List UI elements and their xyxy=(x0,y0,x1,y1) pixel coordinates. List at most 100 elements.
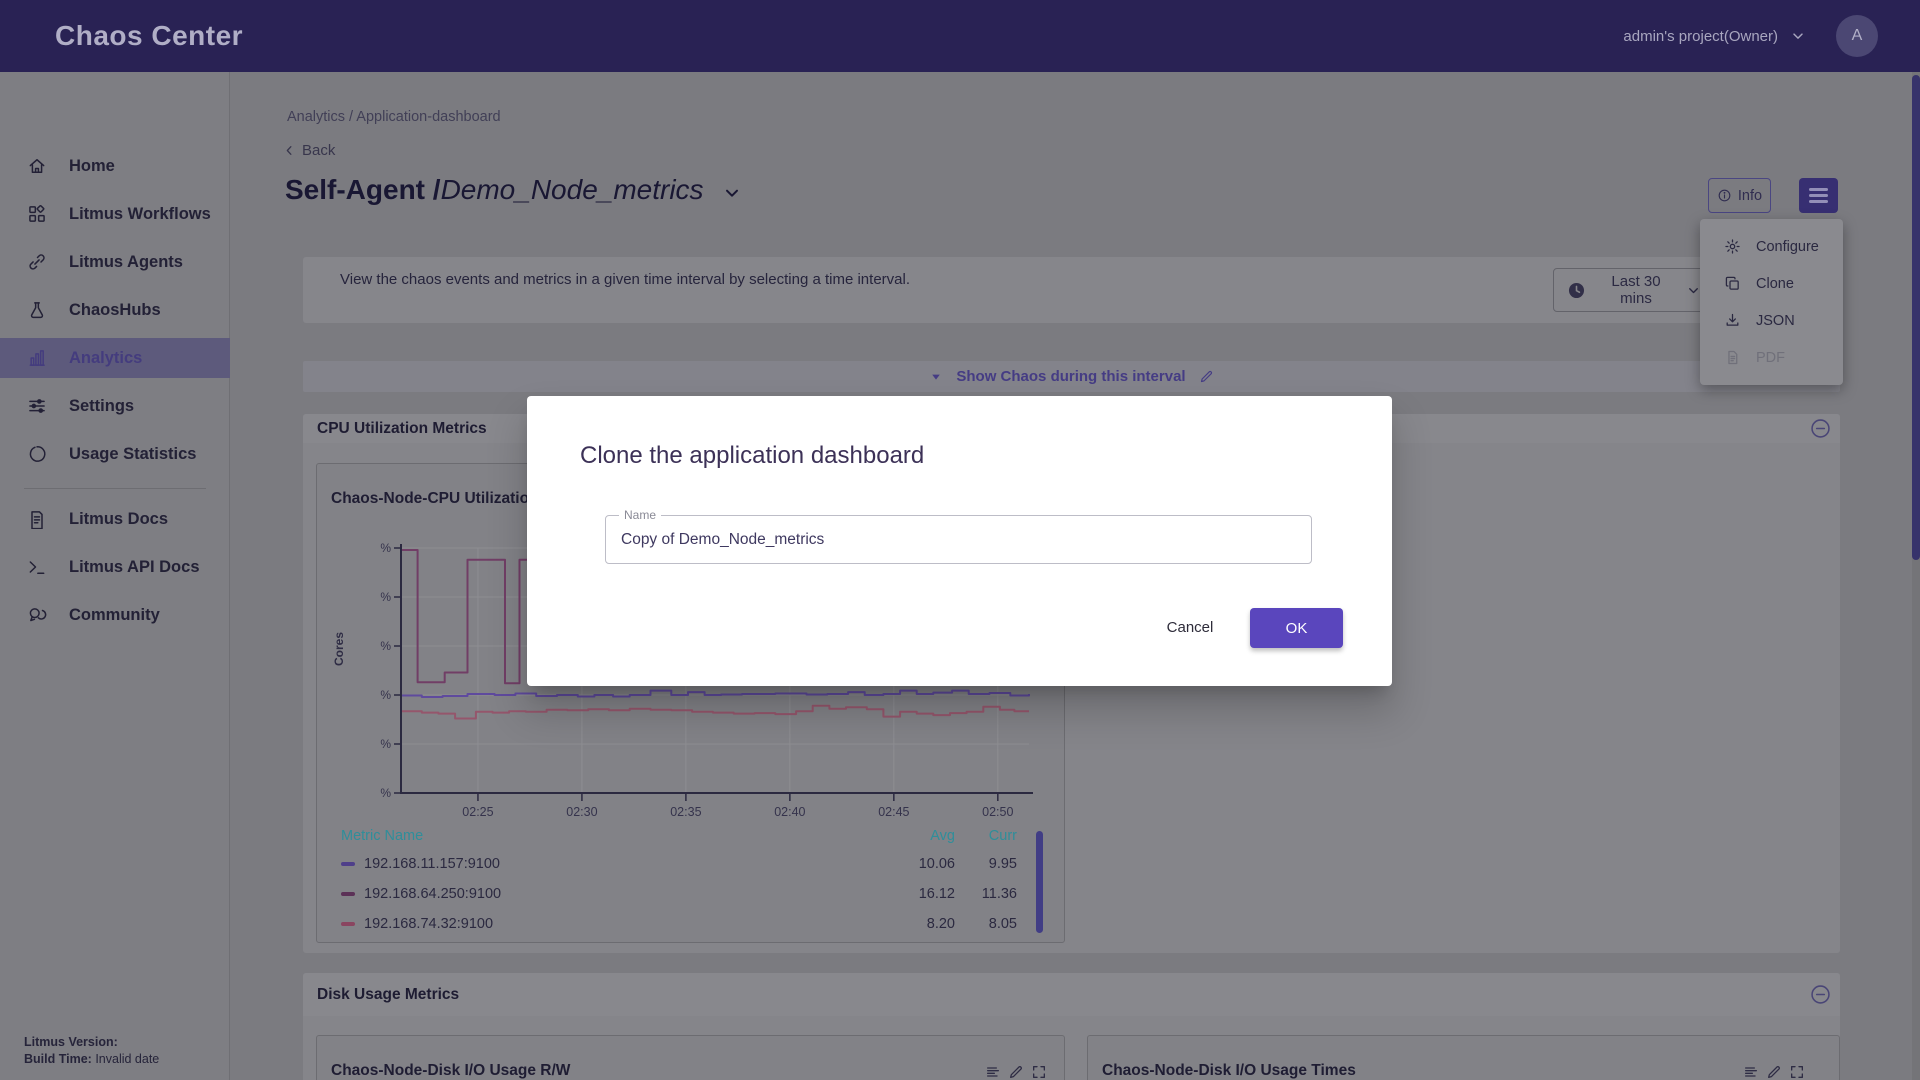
clone-icon xyxy=(1724,275,1741,292)
name-field: Name xyxy=(605,515,1312,564)
col-curr: Curr xyxy=(955,828,1017,844)
version-info: Litmus Version: Build Time: Invalid date xyxy=(24,1034,159,1068)
collapse-icon[interactable] xyxy=(1809,417,1832,440)
list-icon[interactable] xyxy=(985,1064,1001,1080)
svg-text:25 %: 25 % xyxy=(377,541,391,555)
table-row[interactable]: 192.168.11.157:9100 10.06 9.95 xyxy=(341,849,1017,879)
sidebar-item-analytics[interactable]: Analytics xyxy=(0,338,230,378)
svg-text:20 %: 20 % xyxy=(377,590,391,604)
metric-avg: 16.12 xyxy=(893,886,955,902)
disk-times-title: Chaos-Node-Disk I/O Usage Times xyxy=(1102,1062,1356,1080)
cancel-button[interactable]: Cancel xyxy=(1145,608,1235,646)
app-header: Chaos Center admin's project(Owner) A xyxy=(0,0,1920,72)
docs-icon xyxy=(27,509,47,529)
build-label: Build Time: xyxy=(24,1052,92,1066)
flask-icon xyxy=(27,300,47,320)
gear-icon xyxy=(1724,238,1741,255)
metric-avg: 8.20 xyxy=(893,916,955,932)
breadcrumb[interactable]: Analytics / Application-dashboard xyxy=(287,109,501,125)
info-button[interactable]: Info xyxy=(1708,178,1771,213)
metric-table: Metric Name Avg Curr192.168.11.157:9100 … xyxy=(341,823,1017,939)
dashboard-menu: Configure Clone JSON PDF xyxy=(1700,219,1843,385)
disk-panel-title: Disk Usage Metrics xyxy=(317,986,459,1004)
metric-table-header: Metric Name Avg Curr xyxy=(341,823,1017,849)
version-label: Litmus Version: xyxy=(24,1035,118,1049)
svg-text:02:25: 02:25 xyxy=(462,805,493,819)
menu-item-pdf: PDF xyxy=(1700,339,1843,376)
sidebar-item-litmus-api-docs[interactable]: Litmus API Docs xyxy=(0,547,230,587)
dashboard-menu-button[interactable] xyxy=(1799,178,1838,213)
page-title: Self-Agent / Demo_Node_metrics xyxy=(285,174,742,206)
sidebar-divider xyxy=(24,488,206,489)
name-input[interactable] xyxy=(621,516,1291,563)
info-icon xyxy=(1717,188,1732,203)
metric-name: 192.168.64.250:9100 xyxy=(364,886,501,902)
scrollbar-thumb[interactable] xyxy=(1912,75,1920,560)
settings-icon xyxy=(27,396,47,416)
usage-icon xyxy=(27,444,47,464)
build-value: Invalid date xyxy=(95,1052,159,1066)
expand-icon[interactable] xyxy=(1031,1064,1047,1080)
svg-text:02:35: 02:35 xyxy=(670,805,701,819)
page-scrollbar[interactable] xyxy=(1912,72,1920,1080)
sidebar-item-litmus-workflows[interactable]: Litmus Workflows xyxy=(0,194,230,234)
show-chaos-label: Show Chaos during this interval xyxy=(956,368,1185,385)
time-range-select[interactable]: Last 30 mins xyxy=(1553,268,1714,312)
expand-icon[interactable] xyxy=(1789,1064,1805,1080)
caret-down-icon xyxy=(929,370,943,384)
community-icon xyxy=(27,605,47,625)
chart-ylabel: Cores xyxy=(332,599,346,699)
sidebar-item-litmus-agents[interactable]: Litmus Agents xyxy=(0,242,230,282)
back-button[interactable]: Back xyxy=(283,142,335,159)
svg-text:02:40: 02:40 xyxy=(774,805,805,819)
show-chaos-toggle[interactable]: Show Chaos during this interval xyxy=(303,361,1840,392)
svg-text:5 %: 5 % xyxy=(377,737,391,751)
series-color-swatch xyxy=(341,892,355,896)
back-label: Back xyxy=(302,142,335,159)
collapse-icon[interactable] xyxy=(1809,983,1832,1006)
series-color-swatch xyxy=(341,922,355,926)
sidebar-item-settings[interactable]: Settings xyxy=(0,386,230,426)
table-row[interactable]: 192.168.74.32:9100 8.20 8.05 xyxy=(341,909,1017,939)
sidebar-item-home[interactable]: Home xyxy=(0,146,230,186)
agent-name: Self-Agent / xyxy=(285,174,441,206)
sidebar-item-litmus-docs[interactable]: Litmus Docs xyxy=(0,499,230,539)
sidebar-item-community[interactable]: Community xyxy=(0,595,230,635)
chevron-down-icon[interactable] xyxy=(1790,28,1806,44)
metric-avg: 10.06 xyxy=(893,856,955,872)
chevron-down-icon[interactable] xyxy=(722,183,742,203)
avatar[interactable]: A xyxy=(1836,15,1878,57)
project-selector[interactable]: admin's project(Owner) xyxy=(1623,28,1778,45)
ok-button[interactable]: OK xyxy=(1250,608,1343,648)
time-range-value: Last 30 mins xyxy=(1597,273,1675,307)
menu-item-configure[interactable]: Configure xyxy=(1700,228,1843,265)
chevron-down-icon xyxy=(1686,283,1701,298)
metric-name: 192.168.11.157:9100 xyxy=(364,856,500,872)
dialog-title: Clone the application dashboard xyxy=(580,442,924,470)
menu-item-json[interactable]: JSON xyxy=(1700,302,1843,339)
svg-text:02:30: 02:30 xyxy=(566,805,597,819)
pencil-icon[interactable] xyxy=(1766,1064,1782,1080)
table-row[interactable]: 192.168.64.250:9100 16.12 11.36 xyxy=(341,879,1017,909)
app-title: Chaos Center xyxy=(55,20,243,52)
menu-item-clone[interactable]: Clone xyxy=(1700,265,1843,302)
pencil-icon[interactable] xyxy=(1199,369,1214,384)
agents-icon xyxy=(27,252,47,272)
disk-times-card: Chaos-Node-Disk I/O Usage Times xyxy=(1087,1035,1840,1080)
cpu-panel-title: CPU Utilization Metrics xyxy=(317,420,487,438)
banner-text: View the chaos events and metrics in a g… xyxy=(340,271,980,289)
metric-curr: 8.05 xyxy=(955,916,1017,932)
svg-text:02:45: 02:45 xyxy=(878,805,909,819)
table-scrollbar[interactable] xyxy=(1036,831,1043,933)
sidebar-item-chaoshubs[interactable]: ChaosHubs xyxy=(0,290,230,330)
chevron-left-icon xyxy=(283,144,296,157)
pdf-icon xyxy=(1724,349,1741,366)
cpu-chart-title: Chaos-Node-CPU Utilization xyxy=(331,490,539,508)
list-icon[interactable] xyxy=(1743,1064,1759,1080)
col-metric-name: Metric Name xyxy=(341,828,893,844)
svg-text:0 %: 0 % xyxy=(377,786,391,800)
info-label: Info xyxy=(1738,188,1762,204)
dashboard-name: Demo_Node_metrics xyxy=(441,174,704,206)
pencil-icon[interactable] xyxy=(1008,1064,1024,1080)
sidebar-item-usage-statistics[interactable]: Usage Statistics xyxy=(0,434,230,474)
